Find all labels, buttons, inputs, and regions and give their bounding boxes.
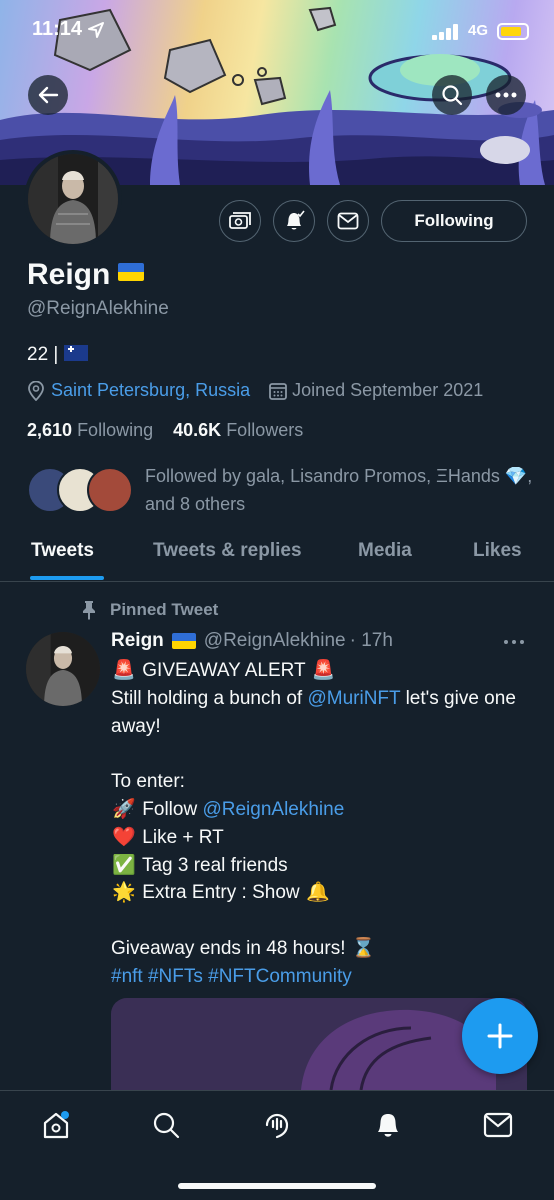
nav-spaces[interactable] (257, 1105, 297, 1145)
following-count-link[interactable]: 2,610 Following (27, 420, 153, 440)
tweet-line: To enter: (111, 771, 185, 793)
search-button[interactable] (432, 75, 472, 115)
ukraine-flag-icon (171, 633, 196, 649)
hourglass-emoji: ⌛ (351, 937, 376, 959)
heart-emoji: ❤️ (112, 826, 136, 848)
tweet-text: 🚨 GIVEAWAY ALERT 🚨 Still holding a bunch… (111, 657, 536, 991)
tweet-line: Like + RT (142, 826, 224, 848)
bell-emoji: 🔔 (306, 882, 330, 904)
profile-avatar[interactable] (24, 150, 122, 248)
following-button[interactable]: Following (381, 200, 527, 242)
clock: 11:14 (32, 18, 83, 40)
nav-search[interactable] (146, 1105, 186, 1145)
bio-text: 22 | (27, 344, 59, 365)
profile-name-text: Reign (27, 258, 111, 291)
pin-icon (83, 601, 95, 620)
search-icon (153, 1112, 180, 1139)
network-label: 4G (468, 22, 489, 39)
message-button[interactable] (327, 200, 369, 242)
tweet-time: · 17h (349, 630, 393, 651)
more-icon (495, 92, 517, 98)
mail-icon (483, 1112, 513, 1138)
followers-count: 40.6K (173, 420, 222, 440)
tweet-header: Reign @ReignAlekhine · 17h (111, 630, 393, 652)
followed-by-avatars[interactable] (27, 465, 137, 515)
tweet-line: Tag 3 real friends (141, 854, 288, 876)
calendar-icon (269, 382, 288, 400)
siren-emoji: 🚨 (112, 660, 136, 681)
status-bar: 11:14 4G (0, 0, 554, 64)
tip-button[interactable] (219, 200, 261, 242)
back-button[interactable] (28, 75, 68, 115)
tweet-author-avatar[interactable] (26, 632, 100, 706)
profile-meta: Saint Petersburg, Russia Joined Septembe… (27, 380, 483, 401)
home-indicator[interactable] (178, 1183, 376, 1189)
nav-messages[interactable] (478, 1105, 518, 1145)
following-count: 2,610 (27, 420, 73, 440)
compose-tweet-button[interactable] (462, 998, 538, 1074)
followed-by-text[interactable]: Followed by gala, Lisandro Promos, ΞHand… (145, 462, 535, 518)
nav-notifications[interactable] (368, 1105, 408, 1145)
followers-label: Followers (226, 420, 304, 440)
location-link[interactable]: Saint Petersburg, Russia (51, 380, 250, 401)
tweet-author-handle: @ReignAlekhine (203, 630, 346, 651)
compose-plus-icon (487, 1023, 513, 1049)
check-emoji: ✅ (112, 854, 136, 876)
joined-date: Joined September 2021 (292, 380, 484, 400)
tweet-author-name[interactable]: Reign (111, 630, 164, 652)
location-icon (28, 380, 44, 401)
followers-count-link[interactable]: 40.6K Followers (173, 420, 303, 440)
tab-media[interactable]: Media (358, 540, 412, 562)
tweet-line: Follow (142, 798, 198, 820)
profile-name: Reign (27, 258, 145, 292)
follower-avatar (87, 467, 133, 513)
battery-icon (497, 23, 529, 40)
star-emoji: 🌟 (112, 882, 136, 904)
spaces-icon (265, 1113, 289, 1139)
location-arrow-icon (88, 22, 104, 38)
mention-link[interactable]: @ReignAlekhine (202, 799, 344, 820)
follow-counts: 2,610 Following 40.6K Followers (27, 420, 303, 441)
notification-bell-icon (287, 210, 305, 230)
tab-tweets[interactable]: Tweets (31, 540, 94, 562)
rocket-emoji: 🚀 (112, 798, 136, 820)
home-icon (43, 1111, 69, 1139)
tweet-more-button[interactable] (503, 632, 525, 650)
search-icon (442, 85, 463, 106)
australia-flag-icon (64, 345, 89, 361)
back-arrow-icon (38, 86, 59, 104)
ukraine-flag-icon (118, 263, 145, 281)
signal-icon (432, 24, 458, 40)
money-icon (229, 212, 251, 229)
hashtags[interactable]: #nft #NFTs #NFTCommunity (111, 963, 536, 991)
tweet-line: Giveaway ends in 48 hours! (111, 937, 346, 959)
tab-tweets-replies[interactable]: Tweets & replies (153, 540, 302, 562)
active-tab-indicator (30, 576, 104, 580)
more-button[interactable] (486, 75, 526, 115)
pinned-indicator: Pinned Tweet (80, 600, 218, 620)
mention-link[interactable]: @MuriNFT (307, 688, 400, 709)
mail-icon (337, 212, 359, 230)
pinned-label: Pinned Tweet (110, 600, 219, 619)
following-label: Following (77, 420, 154, 440)
avatar-photo (28, 154, 118, 244)
bell-icon (378, 1114, 398, 1137)
siren-emoji: 🚨 (311, 660, 336, 681)
profile-bio: 22 | (27, 344, 89, 366)
tab-likes[interactable]: Likes (473, 540, 522, 562)
tweet-avatar-photo (26, 632, 100, 706)
nav-home[interactable] (36, 1105, 76, 1145)
more-icon (504, 640, 524, 644)
notifications-button[interactable] (273, 200, 315, 242)
tweet-line: GIVEAWAY ALERT (142, 660, 306, 681)
tweet-line: Still holding a bunch of (111, 687, 303, 709)
profile-handle: @ReignAlekhine (27, 298, 169, 319)
tweet-line: Extra Entry : Show (142, 882, 300, 904)
profile-tabs: Tweets Tweets & replies Media Likes (0, 530, 554, 582)
